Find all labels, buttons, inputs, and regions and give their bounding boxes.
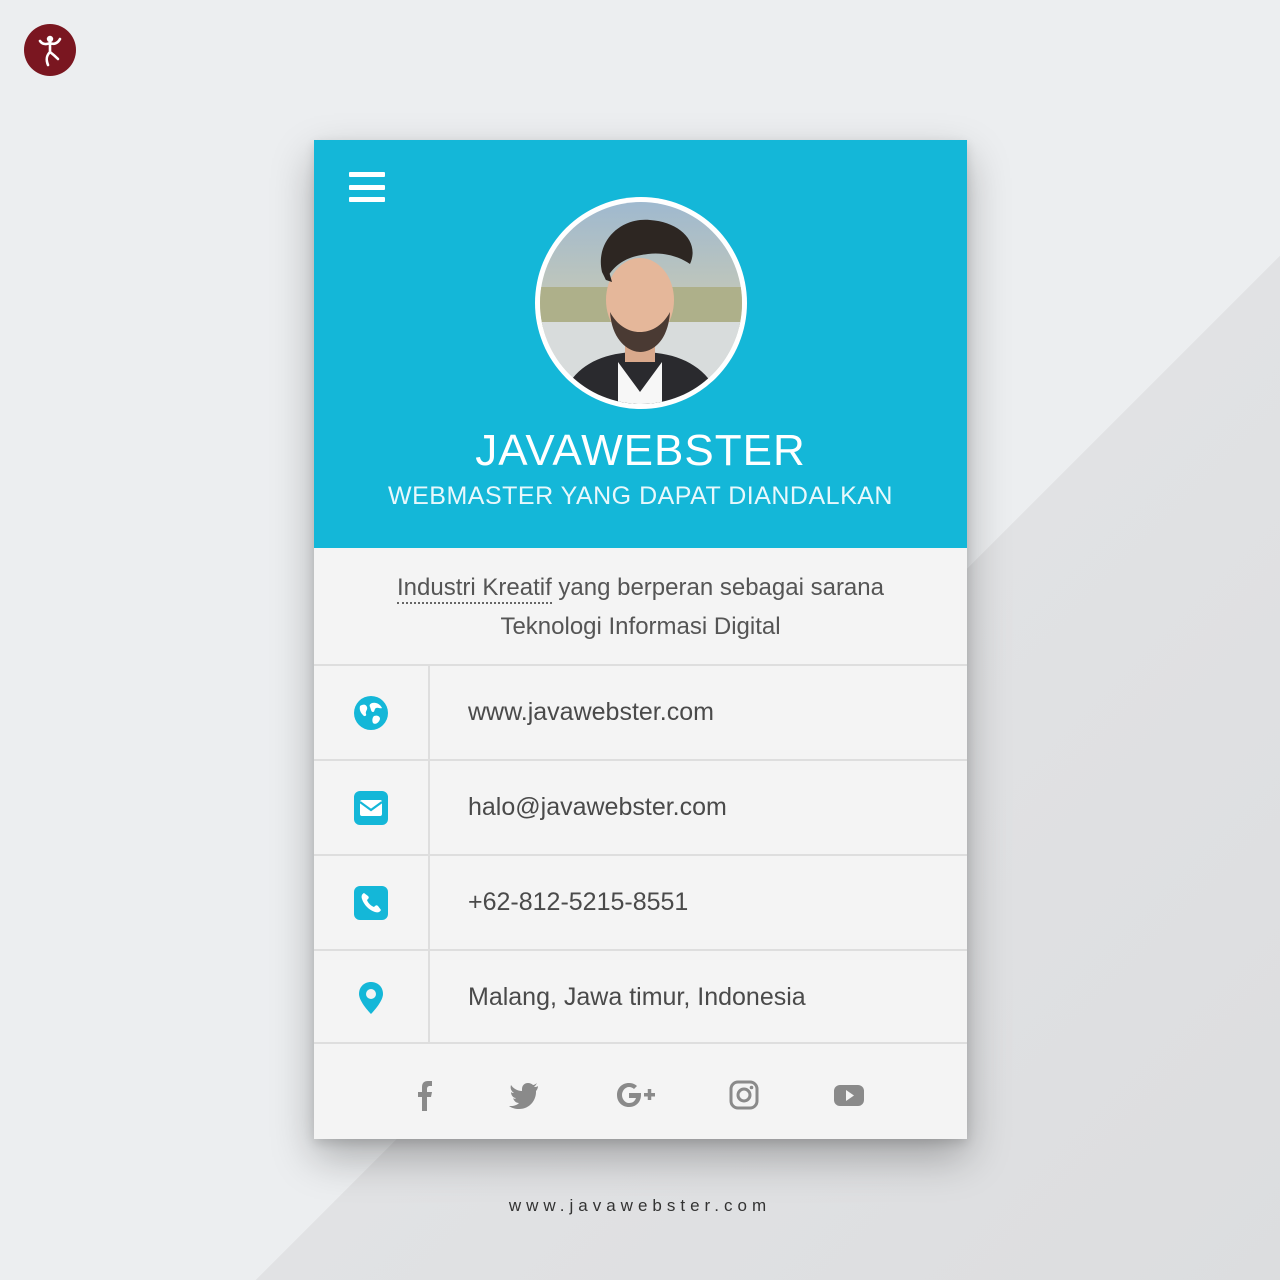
bio-line1: yang berperan sebagai sarana bbox=[551, 574, 884, 601]
card-header: JAVAWEBSTER WEBMASTER YANG DAPAT DIANDAL… bbox=[314, 140, 967, 548]
profile-card: JAVAWEBSTER WEBMASTER YANG DAPAT DIANDAL… bbox=[314, 140, 967, 1139]
contact-icon-cell bbox=[314, 856, 430, 949]
contact-icon-cell bbox=[314, 951, 430, 1044]
email-icon bbox=[354, 790, 388, 825]
location-pin-icon bbox=[359, 981, 383, 1014]
contact-website-text: www.javawebster.com bbox=[468, 698, 714, 726]
contact-row-location[interactable]: Malang, Jawa timur, Indonesia bbox=[314, 949, 967, 1044]
profile-photo bbox=[540, 202, 742, 404]
contact-icon-cell bbox=[314, 666, 430, 759]
bio-text: Industri Kreatif yang berperan sebagai s… bbox=[354, 568, 927, 646]
contact-row-website[interactable]: www.javawebster.com bbox=[314, 664, 967, 759]
globe-icon bbox=[354, 695, 388, 730]
contact-icon-cell bbox=[314, 761, 430, 854]
profile-tagline: WEBMASTER YANG DAPAT DIANDALKAN bbox=[388, 482, 893, 510]
contact-location-text: Malang, Jawa timur, Indonesia bbox=[468, 983, 806, 1011]
profile-name: JAVAWEBSTER bbox=[475, 426, 806, 475]
bio-highlight: Industri Kreatif bbox=[397, 574, 552, 604]
hamburger-menu-icon[interactable] bbox=[349, 172, 385, 202]
contact-list: www.javawebster.com halo@javawebster.com… bbox=[314, 664, 967, 1044]
contact-row-email[interactable]: halo@javawebster.com bbox=[314, 759, 967, 854]
bio-line2: Teknologi Informasi Digital bbox=[500, 613, 781, 640]
footer-url: www.javawebster.com bbox=[508, 1196, 772, 1215]
youtube-icon[interactable] bbox=[831, 1077, 867, 1113]
contact-email-text: halo@javawebster.com bbox=[468, 793, 727, 821]
brand-logo bbox=[24, 24, 76, 76]
contact-phone-text: +62-812-5215-8551 bbox=[468, 888, 689, 916]
avatar bbox=[535, 197, 747, 409]
phone-icon bbox=[354, 885, 388, 920]
contact-row-phone[interactable]: +62-812-5215-8551 bbox=[314, 854, 967, 949]
social-bar bbox=[314, 1046, 967, 1139]
facebook-icon[interactable] bbox=[407, 1077, 443, 1113]
dancer-logo-icon bbox=[38, 35, 62, 67]
twitter-icon[interactable] bbox=[506, 1077, 542, 1113]
google-plus-icon[interactable] bbox=[614, 1077, 658, 1113]
instagram-icon[interactable] bbox=[726, 1077, 762, 1113]
